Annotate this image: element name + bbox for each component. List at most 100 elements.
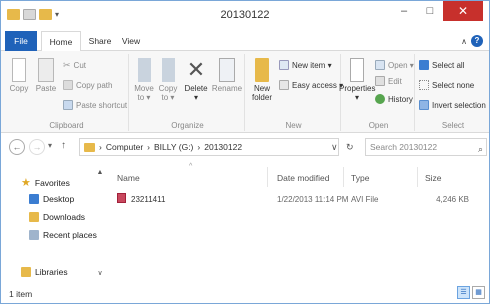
status-bar: 1 item ☰ ▦ [1,284,489,303]
nav-favorites[interactable]: ★ Favorites [21,176,70,189]
new-folder-button[interactable]: New folder [249,58,275,102]
scissors-icon: ✂ [63,60,71,70]
copy-icon [12,58,26,82]
copy-to-button[interactable]: Copy to ▾ [157,58,179,102]
large-icons-view-button[interactable]: ▦ [472,286,485,299]
ribbon: Copy Paste ✂ Cut Copy path Paste shortcu… [1,51,489,133]
history-icon [375,94,385,104]
tab-file[interactable]: File [5,31,37,51]
ribbon-collapse-icon[interactable]: ∧ [461,37,467,46]
select-all-button[interactable]: Select all [419,60,464,70]
open-group: Properties ▾ Open ▾ Edit History Open [339,54,415,131]
nav-libraries[interactable]: Libraries [21,267,68,277]
up-button[interactable]: ↑ [61,140,66,151]
help-icon[interactable]: ? [471,35,483,47]
tab-view[interactable]: View [117,31,145,51]
address-bar[interactable]: › Computer › BILLY (G:) › 20130122 [79,138,339,156]
tab-home[interactable]: Home [41,31,81,52]
copy-button[interactable]: Copy [7,58,31,93]
open-button[interactable]: Open ▾ [375,60,414,70]
rename-button[interactable]: Rename [211,58,243,93]
edit-icon [375,76,385,86]
new-folder-icon [255,58,269,82]
open-icon [375,60,385,70]
delete-x-icon: ✕ [186,57,206,82]
column-header-type[interactable]: Type [351,173,369,183]
properties-button[interactable]: Properties ▾ [339,58,375,102]
explorer-window: ▾ 20130122 – □ ✕ File Home Share View ∧ … [0,0,490,304]
copy-to-icon [161,58,175,82]
column-header-name[interactable]: Name [117,173,140,183]
paste-shortcut-button[interactable]: Paste shortcut [63,100,127,110]
recent-locations-button[interactable]: ▾ [48,141,52,150]
ribbon-tabs: File Home Share View [1,31,489,52]
downloads-icon [29,212,39,222]
nav-recent-places[interactable]: Recent places [29,230,97,240]
new-item-button[interactable]: New item ▾ [279,60,332,70]
column-divider[interactable] [267,167,268,187]
rename-icon [219,58,235,82]
edit-button[interactable]: Edit [375,76,402,86]
address-row: ← → ▾ ↑ › Computer › BILLY (G:) › 201301… [1,133,489,161]
organize-group-label: Organize [171,121,204,130]
scroll-up-button[interactable]: ▲ [95,169,105,176]
new-group: New folder New item ▾ Easy access ▾ New [247,54,343,131]
file-size: 4,246 KB [436,195,469,204]
select-group-label: Select [441,121,465,130]
select-group: Select all Select none Invert selection … [417,54,489,131]
copy-path-icon [63,80,73,90]
new-group-label: New [285,121,302,130]
sort-indicator-icon: ^ [189,163,193,170]
clipboard-group-label: Clipboard [49,121,84,130]
breadcrumb-sep-icon: › [197,142,201,152]
maximize-button[interactable]: □ [417,1,443,21]
breadcrumb-folder[interactable]: 20130122 [204,142,242,152]
column-divider[interactable] [343,167,344,187]
close-button[interactable]: ✕ [443,1,483,21]
invert-selection-icon [419,100,429,110]
cut-button[interactable]: ✂ Cut [63,60,86,71]
history-button[interactable]: History [375,94,413,104]
breadcrumb-drive[interactable]: BILLY (G:) [154,142,193,152]
column-header-size[interactable]: Size [425,173,442,183]
search-input[interactable]: Search 20130122 ⌕ [365,138,487,156]
recent-places-icon [29,230,39,240]
tab-share[interactable]: Share [85,31,115,51]
file-name: 23211411 [131,195,166,204]
paste-button[interactable]: Paste [33,58,59,93]
copy-path-button[interactable]: Copy path [63,80,112,90]
libraries-icon [21,267,31,277]
new-item-icon [279,60,289,70]
organize-group: Move to ▾ Copy to ▾ ✕ Delete ▾ Rename Or… [131,54,245,131]
file-type: AVI File [351,195,379,204]
delete-button[interactable]: ✕ Delete ▾ [183,57,209,103]
breadcrumb-computer[interactable]: Computer [106,142,143,152]
file-date-modified: 1/22/2013 11:14 PM [277,195,349,204]
folder-icon [84,142,95,152]
nav-downloads[interactable]: Downloads [29,212,85,222]
scroll-down-button[interactable]: ∨ [95,269,105,277]
refresh-button[interactable]: ↻ [346,138,354,156]
star-icon: ★ [21,177,31,189]
forward-button[interactable]: → [29,139,45,155]
breadcrumb-sep-icon: › [147,142,151,152]
file-list: ^ Name Date modified Type Size 23211411 … [111,163,489,283]
back-button[interactable]: ← [9,139,25,155]
open-group-label: Open [368,121,389,130]
file-row[interactable]: 23211411 1/22/2013 11:14 PM AVI File 4,2… [111,191,489,207]
details-view-button[interactable]: ☰ [457,286,470,299]
move-to-button[interactable]: Move to ▾ [133,58,155,102]
paste-shortcut-icon [63,100,73,110]
minimize-button[interactable]: – [391,1,417,21]
address-dropdown-button[interactable]: ∨ [331,138,338,156]
select-none-button[interactable]: Select none [419,80,474,90]
invert-selection-button[interactable]: Invert selection [419,100,486,110]
nav-desktop[interactable]: Desktop [29,194,74,204]
column-divider[interactable] [417,167,418,187]
navigation-scrollbar[interactable]: ▲ ∨ [95,163,105,283]
easy-access-icon [279,80,289,90]
column-header-date-modified[interactable]: Date modified [277,173,329,183]
select-all-icon [419,60,429,70]
easy-access-button[interactable]: Easy access ▾ [279,80,343,90]
breadcrumb-sep-icon: › [99,142,102,152]
